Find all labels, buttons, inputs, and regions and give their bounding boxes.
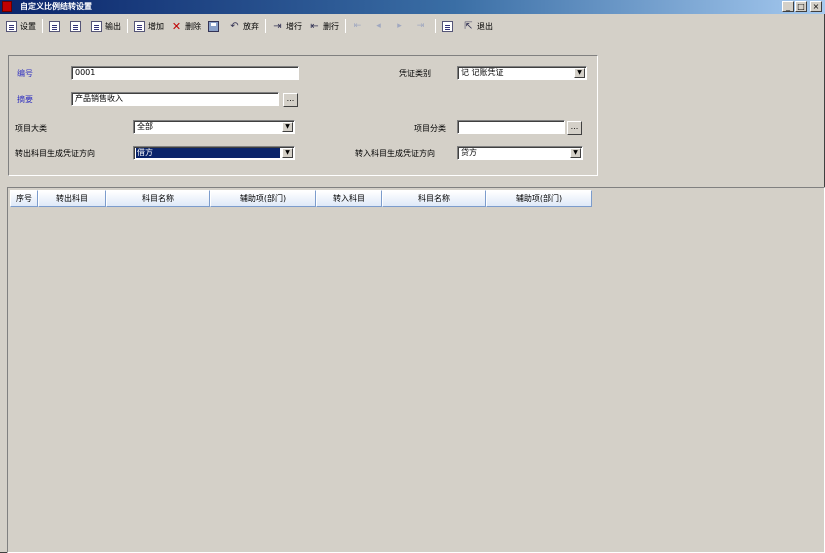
column-header-out-account-name[interactable]: 科目名称	[106, 190, 210, 207]
column-header-seq[interactable]: 序号	[10, 190, 38, 207]
delete-row-button[interactable]: ⇤ 删行	[307, 17, 341, 35]
toolbar-separator	[435, 19, 436, 33]
in-direction-label: 转入科目生成凭证方向	[355, 149, 435, 158]
delete-button[interactable]: ✕ 删除	[169, 17, 203, 35]
save-icon	[208, 20, 219, 32]
next-button[interactable]: ▸	[392, 17, 410, 35]
close-button[interactable]: ×	[810, 1, 822, 12]
toolbar-separator	[345, 19, 346, 33]
last-button[interactable]: ⇥	[413, 17, 431, 35]
detail-grid[interactable]: 序号 转出科目 科目名称 辅助项(部门) 转入科目 科目名称 辅助项(部门)	[7, 187, 825, 553]
grid-body[interactable]	[10, 208, 822, 550]
add-button[interactable]: 增加	[132, 17, 166, 35]
project-major-label: 项目大类	[15, 124, 47, 133]
toolbar: 设置 输出 增加 ✕ 删除 ↶ 放弃 ⇥ 增行 ⇤ 删行 ⇤ ◂ ▸ ⇥ ⇱ 退…	[0, 16, 825, 36]
code-field[interactable]: 0001	[71, 66, 299, 80]
out-direction-label: 转出科目生成凭证方向	[15, 149, 95, 158]
chevron-down-icon[interactable]: ▼	[282, 122, 293, 132]
exit-label: 退出	[477, 21, 493, 31]
project-class-label: 项目分类	[414, 124, 446, 133]
delete-icon: ✕	[171, 19, 182, 33]
header-form-panel: 编号 0001 凭证类别 记 记账凭证 ▼ 摘要 产品销售收入 ... 项目大类…	[8, 55, 598, 176]
out-direction-select[interactable]: 借方 ▼	[133, 146, 295, 160]
prev-icon: ◂	[376, 20, 381, 31]
title-bar[interactable]: 自定义比例结转设置 _ □ ×	[0, 0, 825, 14]
column-header-out-auxiliary[interactable]: 辅助项(部门)	[210, 190, 316, 207]
summary-browse-button[interactable]: ...	[283, 93, 298, 107]
in-direction-select[interactable]: 贷方 ▼	[457, 146, 583, 160]
last-icon: ⇥	[416, 20, 425, 31]
column-header-in-auxiliary[interactable]: 辅助项(部门)	[486, 190, 592, 207]
undo-label: 放弃	[243, 21, 259, 31]
print-button[interactable]	[47, 17, 65, 35]
delete-label: 删除	[185, 21, 201, 31]
exit-button[interactable]: ⇱ 退出	[461, 17, 495, 35]
project-class-browse-button[interactable]: ...	[567, 121, 582, 135]
chevron-down-icon[interactable]: ▼	[282, 148, 293, 158]
voucher-type-select[interactable]: 记 记账凭证 ▼	[457, 66, 587, 80]
toolbar-separator	[42, 19, 43, 33]
export-label: 输出	[105, 21, 121, 31]
export-icon	[91, 20, 102, 32]
voucher-type-value: 记 记账凭证	[461, 68, 504, 77]
minimize-button[interactable]: _	[782, 1, 794, 12]
add-icon	[134, 20, 145, 32]
setup-button[interactable]: 设置	[4, 17, 38, 35]
column-header-in-account[interactable]: 转入科目	[316, 190, 382, 207]
chevron-down-icon[interactable]: ▼	[570, 148, 581, 158]
setup-icon	[6, 20, 17, 32]
delete-row-label: 删行	[323, 21, 339, 31]
save-button[interactable]	[206, 17, 224, 35]
toolbar-separator	[127, 19, 128, 33]
grid-header-row: 序号 转出科目 科目名称 辅助项(部门) 转入科目 科目名称 辅助项(部门)	[10, 190, 592, 207]
summary-label: 摘要	[17, 95, 33, 104]
next-icon: ▸	[397, 20, 402, 31]
add-row-icon: ⇥	[273, 20, 282, 32]
help-button[interactable]	[440, 17, 458, 35]
add-label: 增加	[148, 21, 164, 31]
exit-icon: ⇱	[464, 20, 473, 32]
add-row-button[interactable]: ⇥ 增行	[270, 17, 304, 35]
in-direction-value: 贷方	[461, 148, 477, 157]
maximize-button[interactable]: □	[795, 1, 807, 12]
project-major-select[interactable]: 全部 ▼	[133, 120, 295, 134]
undo-button[interactable]: ↶ 放弃	[227, 17, 261, 35]
project-class-field[interactable]	[457, 120, 565, 134]
toolbar-separator	[265, 19, 266, 33]
first-button[interactable]: ⇤	[350, 17, 368, 35]
code-label: 编号	[17, 69, 33, 78]
preview-button[interactable]	[68, 17, 86, 35]
column-header-in-account-name[interactable]: 科目名称	[382, 190, 486, 207]
prev-button[interactable]: ◂	[371, 17, 389, 35]
undo-icon: ↶	[230, 20, 239, 32]
chevron-down-icon[interactable]: ▼	[574, 68, 585, 78]
help-icon	[442, 20, 453, 32]
project-major-value: 全部	[137, 122, 153, 131]
voucher-type-label: 凭证类别	[399, 69, 431, 78]
print-icon	[49, 20, 60, 32]
app-icon	[2, 1, 12, 12]
preview-icon	[70, 20, 81, 32]
window-title: 自定义比例结转设置	[20, 2, 92, 11]
out-direction-value: 借方	[136, 148, 280, 158]
setup-label: 设置	[20, 21, 36, 31]
add-row-label: 增行	[286, 21, 302, 31]
column-header-out-account[interactable]: 转出科目	[38, 190, 106, 207]
delete-row-icon: ⇤	[310, 20, 319, 32]
export-button[interactable]: 输出	[89, 17, 123, 35]
summary-field[interactable]: 产品销售收入	[71, 92, 279, 106]
main-window: 自定义比例结转设置 _ □ × 设置 输出 增加 ✕ 删除 ↶ 放弃 ⇥ 增行 …	[0, 0, 825, 553]
first-icon: ⇤	[353, 20, 362, 31]
